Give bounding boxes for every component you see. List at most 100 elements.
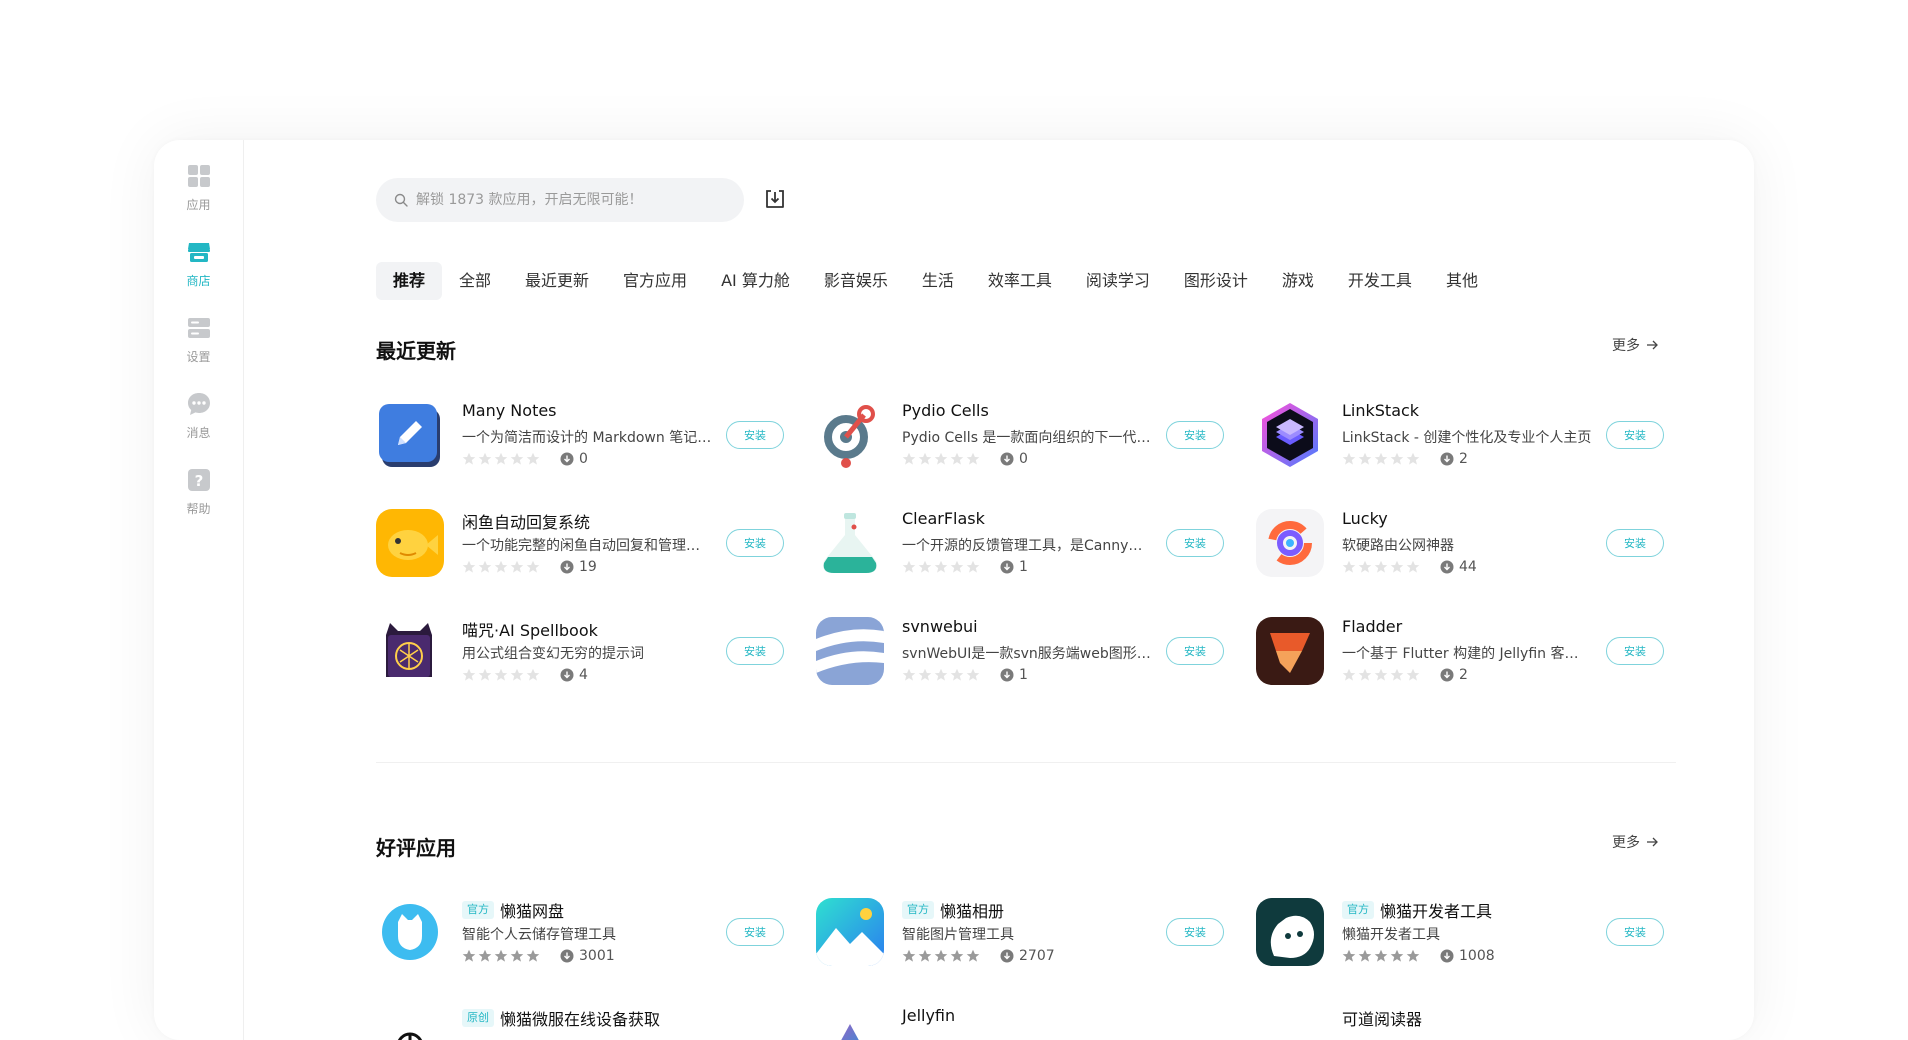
app-icon[interactable] xyxy=(376,509,444,577)
app-icon[interactable] xyxy=(1256,617,1324,685)
app-description: 一个基于 Flutter 构建的 Jellyfin 客户端 xyxy=(1342,646,1592,662)
tab-other[interactable]: 其他 xyxy=(1429,262,1495,300)
tab-games[interactable]: 游戏 xyxy=(1265,262,1331,300)
sidebar-item-store[interactable]: 商店 xyxy=(154,236,243,312)
install-button[interactable]: 安装 xyxy=(726,421,784,449)
sidebar-item-help[interactable]: ? 帮助 xyxy=(154,464,243,540)
app-icon[interactable] xyxy=(816,1006,884,1040)
app-card[interactable]: 原创 懒猫微服在线设备获取 xyxy=(376,1000,786,1040)
app-card[interactable]: Jellyfin xyxy=(816,1000,1226,1040)
app-icon[interactable] xyxy=(1256,509,1324,577)
app-card[interactable]: LinkStack LinkStack - 创建个性化及专业个人主页 2 安装 xyxy=(1256,395,1666,471)
more-label: 更多 xyxy=(1612,338,1640,354)
download-count: 44 xyxy=(1459,559,1477,575)
app-card[interactable]: Fladder 一个基于 Flutter 构建的 Jellyfin 客户端 2 安装 xyxy=(1256,611,1666,687)
app-card[interactable]: svnwebui svnWebUI是一款svn服务端web图形化管理工具 1 安装 xyxy=(816,611,1226,687)
install-button[interactable]: 安装 xyxy=(1606,637,1664,665)
app-card[interactable]: Pydio Cells Pydio Cells 是一款面向组织的下一代文件共享平台… xyxy=(816,395,1226,471)
tab-reading[interactable]: 阅读学习 xyxy=(1069,262,1167,300)
star-icon xyxy=(462,452,476,465)
app-name-row[interactable]: 喵咒·AI Spellbook xyxy=(462,617,598,641)
app-icon[interactable] xyxy=(816,509,884,577)
import-icon[interactable] xyxy=(762,186,788,212)
search-icon xyxy=(394,193,408,207)
search-input[interactable] xyxy=(416,192,736,208)
app-icon[interactable] xyxy=(376,1006,444,1040)
app-icon[interactable] xyxy=(1256,898,1324,966)
app-card[interactable]: 官方 懒猫网盘 智能个人云储存管理工具 3001 安装 xyxy=(376,892,786,968)
app-meta: 0 xyxy=(462,451,588,467)
app-name-row[interactable]: Many Notes xyxy=(462,401,557,420)
app-card[interactable]: 喵咒·AI Spellbook 用公式组合变幻无穷的提示词 4 安装 xyxy=(376,611,786,687)
tab-productivity[interactable]: 效率工具 xyxy=(971,262,1069,300)
download-count: 0 xyxy=(1019,451,1028,467)
star-icon xyxy=(526,560,540,573)
app-name: 懒猫相册 xyxy=(940,902,1005,921)
app-card[interactable]: 官方 懒猫相册 智能图片管理工具 2707 安装 xyxy=(816,892,1226,968)
app-icon[interactable] xyxy=(376,617,444,685)
app-name-row[interactable]: ClearFlask xyxy=(902,509,985,528)
app-name-row[interactable]: svnwebui xyxy=(902,617,978,636)
tab-design[interactable]: 图形设计 xyxy=(1167,262,1265,300)
app-icon[interactable] xyxy=(376,401,444,469)
star-icon xyxy=(934,452,948,465)
install-button[interactable]: 安装 xyxy=(726,529,784,557)
install-button[interactable]: 安装 xyxy=(726,918,784,946)
install-button[interactable]: 安装 xyxy=(1606,529,1664,557)
star-icon xyxy=(494,668,508,681)
app-card[interactable]: Lucky 软硬路由公网神器 44 安装 xyxy=(1256,503,1666,579)
install-button[interactable]: 安装 xyxy=(1606,918,1664,946)
app-icon[interactable] xyxy=(1256,1006,1324,1040)
app-name-row[interactable]: 原创 懒猫微服在线设备获取 xyxy=(462,1006,660,1030)
tab-recommended[interactable]: 推荐 xyxy=(376,262,443,300)
star-icon xyxy=(1390,949,1404,962)
tab-media[interactable]: 影音娱乐 xyxy=(807,262,905,300)
app-name: 懒猫开发者工具 xyxy=(1380,902,1493,921)
app-meta: 2 xyxy=(1342,451,1468,467)
download-count: 3001 xyxy=(579,948,615,964)
install-button[interactable]: 安装 xyxy=(726,637,784,665)
app-name-row[interactable]: 官方 懒猫网盘 xyxy=(462,898,564,922)
more-label: 更多 xyxy=(1612,835,1640,851)
rating-stars xyxy=(1342,949,1420,963)
app-name-row[interactable]: 可道阅读器 xyxy=(1342,1006,1422,1030)
app-name-row[interactable]: Fladder xyxy=(1342,617,1402,636)
sidebar-item-apps[interactable]: 应用 xyxy=(154,160,243,236)
tab-official[interactable]: 官方应用 xyxy=(606,262,704,300)
install-button[interactable]: 安装 xyxy=(1166,637,1224,665)
app-icon[interactable] xyxy=(816,898,884,966)
tab-recent-updates[interactable]: 最近更新 xyxy=(508,262,606,300)
install-button[interactable]: 安装 xyxy=(1606,421,1664,449)
app-name-row[interactable]: Lucky xyxy=(1342,509,1388,528)
tab-all[interactable]: 全部 xyxy=(442,262,508,300)
sidebar-item-messages[interactable]: 消息 xyxy=(154,388,243,464)
app-icon[interactable] xyxy=(816,401,884,469)
app-icon[interactable] xyxy=(816,617,884,685)
top-rated-apps-grid: 官方 懒猫网盘 智能个人云储存管理工具 3001 安装 官方 懒猫相册 智能图片管理工具 270… xyxy=(376,892,1676,1040)
install-button[interactable]: 安装 xyxy=(1166,421,1224,449)
install-button[interactable]: 安装 xyxy=(1166,529,1224,557)
app-card[interactable]: 官方 懒猫开发者工具 懒猫开发者工具 1008 安装 xyxy=(1256,892,1666,968)
app-name-row[interactable]: 官方 懒猫相册 xyxy=(902,898,1004,922)
more-link-top-rated[interactable]: 更多 xyxy=(1612,832,1658,852)
app-card[interactable]: 闲鱼自动回复系统 一个功能完整的闲鱼自动回复和管理系统 19 安装 xyxy=(376,503,786,579)
more-link-recent[interactable]: 更多 xyxy=(1612,335,1658,355)
search-bar[interactable] xyxy=(376,178,744,222)
tab-ai[interactable]: AI 算力舱 xyxy=(704,262,807,300)
app-name-row[interactable]: Pydio Cells xyxy=(902,401,989,420)
app-name-row[interactable]: LinkStack xyxy=(1342,401,1419,420)
star-icon xyxy=(1406,668,1420,681)
star-icon xyxy=(1374,560,1388,573)
tab-life[interactable]: 生活 xyxy=(905,262,971,300)
app-card[interactable]: 可道阅读器 xyxy=(1256,1000,1666,1040)
sidebar-item-settings[interactable]: 设置 xyxy=(154,312,243,388)
app-icon[interactable] xyxy=(376,898,444,966)
download-count: 2 xyxy=(1459,667,1468,683)
app-card[interactable]: ClearFlask 一个开源的反馈管理工具，是Canny的替代品 1 安装 xyxy=(816,503,1226,579)
install-button[interactable]: 安装 xyxy=(1166,918,1224,946)
app-icon[interactable] xyxy=(1256,401,1324,469)
app-name-row[interactable]: 官方 懒猫开发者工具 xyxy=(1342,898,1492,922)
tab-dev-tools[interactable]: 开发工具 xyxy=(1331,262,1429,300)
app-card[interactable]: Many Notes 一个为简洁而设计的 Markdown 笔记应用 0 安装 xyxy=(376,395,786,471)
app-name-row[interactable]: 闲鱼自动回复系统 xyxy=(462,509,590,533)
